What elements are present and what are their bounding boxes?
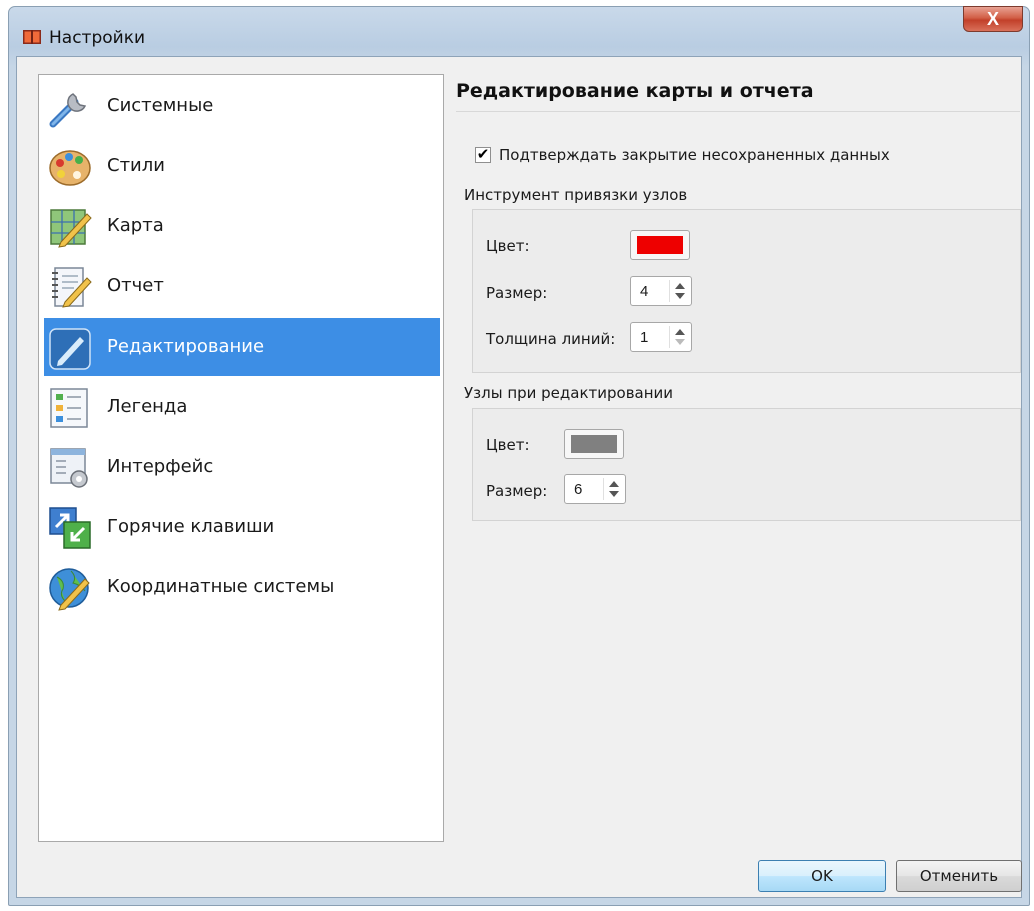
snap-size-stepper[interactable]: 4 xyxy=(630,276,692,306)
edit-nodes-size-value[interactable]: 6 xyxy=(574,481,582,498)
edit-nodes-size-stepper[interactable]: 6 xyxy=(564,474,626,504)
globe-icon xyxy=(49,568,90,611)
wrench-icon xyxy=(49,93,87,128)
edit-nodes-size-arrows[interactable] xyxy=(603,478,622,500)
sidebar-item-label: Координатные системы xyxy=(107,576,335,597)
sidebar-item-label: Отчет xyxy=(107,275,164,296)
edit-nodes-size-label: Размер: xyxy=(486,482,548,500)
sidebar-item-label: Интерфейс xyxy=(107,456,214,477)
spin-up-icon[interactable] xyxy=(675,283,685,289)
ok-button[interactable]: OK xyxy=(758,860,886,892)
cancel-button[interactable]: Отменить xyxy=(896,860,1022,892)
sidebar-item-label: Системные xyxy=(107,95,214,116)
snap-color-swatch xyxy=(637,236,683,254)
edit-nodes-color-button[interactable] xyxy=(564,429,624,459)
snap-color-button[interactable] xyxy=(630,230,690,260)
sidebar-item-editing[interactable]: Редактирование xyxy=(44,318,440,376)
edit-nodes-color-label: Цвет: xyxy=(486,436,530,454)
notebook-icon xyxy=(52,267,92,308)
settings-window: Настройки X Системные Стили Карта Отчет … xyxy=(8,6,1030,906)
map-edit-icon xyxy=(50,209,92,248)
spin-down-icon[interactable] xyxy=(675,339,685,345)
sidebar-item-system[interactable]: Системные xyxy=(39,77,443,135)
spin-down-icon[interactable] xyxy=(609,491,619,497)
sidebar-item-hotkeys[interactable]: Горячие клавиши xyxy=(39,498,443,556)
snap-tool-section-title: Инструмент привязки узлов xyxy=(464,186,688,204)
snap-color-label: Цвет: xyxy=(486,237,530,255)
sidebar-item-legend[interactable]: Легенда xyxy=(39,378,443,436)
window-title: Настройки xyxy=(49,28,146,48)
sidebar-item-label: Редактирование xyxy=(107,336,265,357)
sidebar-item-label: Стили xyxy=(107,155,165,176)
confirm-close-checkbox[interactable]: ✔ xyxy=(475,147,491,163)
edit-nodes-color-swatch xyxy=(571,435,617,453)
dialog-body: Системные Стили Карта Отчет Редактирован… xyxy=(16,56,1022,898)
spin-up-icon[interactable] xyxy=(675,329,685,335)
spin-down-icon[interactable] xyxy=(675,293,685,299)
sidebar-item-label: Горячие клавиши xyxy=(107,516,275,537)
settings-category-list[interactable]: Системные Стили Карта Отчет Редактирован… xyxy=(38,74,444,842)
interface-settings-icon xyxy=(50,448,88,488)
snap-line-width-value[interactable]: 1 xyxy=(640,329,648,346)
close-button[interactable]: X xyxy=(963,6,1023,32)
snap-line-width-label: Толщина линий: xyxy=(486,330,616,348)
sidebar-item-map[interactable]: Карта xyxy=(39,197,443,255)
spin-up-icon[interactable] xyxy=(609,481,619,487)
sidebar-item-label: Легенда xyxy=(107,396,188,417)
shortcut-icon xyxy=(49,507,91,549)
edit-nodes-group: Цвет: Размер: 6 xyxy=(472,408,1021,521)
confirm-close-label[interactable]: Подтверждать закрытие несохраненных данн… xyxy=(499,146,890,164)
title-divider xyxy=(456,111,1020,112)
sidebar-item-interface[interactable]: Интерфейс xyxy=(39,438,443,496)
sidebar-item-coordinate-systems[interactable]: Координатные системы xyxy=(39,558,443,616)
app-book-icon xyxy=(23,30,41,44)
snap-size-label: Размер: xyxy=(486,284,548,302)
sidebar-item-styles[interactable]: Стили xyxy=(39,137,443,195)
snap-line-width-stepper[interactable]: 1 xyxy=(630,322,692,352)
snap-tool-group: Цвет: Размер: 4 Толщина линий: 1 xyxy=(472,209,1021,373)
palette-icon xyxy=(49,150,91,186)
page-title: Редактирование карты и отчета xyxy=(456,80,814,102)
edit-nodes-section-title: Узлы при редактировании xyxy=(464,384,674,402)
sidebar-item-label: Карта xyxy=(107,215,164,236)
pencil-icon xyxy=(49,328,91,370)
snap-line-width-arrows[interactable] xyxy=(669,326,688,348)
title-bar[interactable]: Настройки X xyxy=(9,6,1029,57)
legend-icon xyxy=(50,388,88,428)
snap-size-value[interactable]: 4 xyxy=(640,283,648,300)
snap-size-arrows[interactable] xyxy=(669,280,688,302)
sidebar-item-report[interactable]: Отчет xyxy=(39,257,443,315)
